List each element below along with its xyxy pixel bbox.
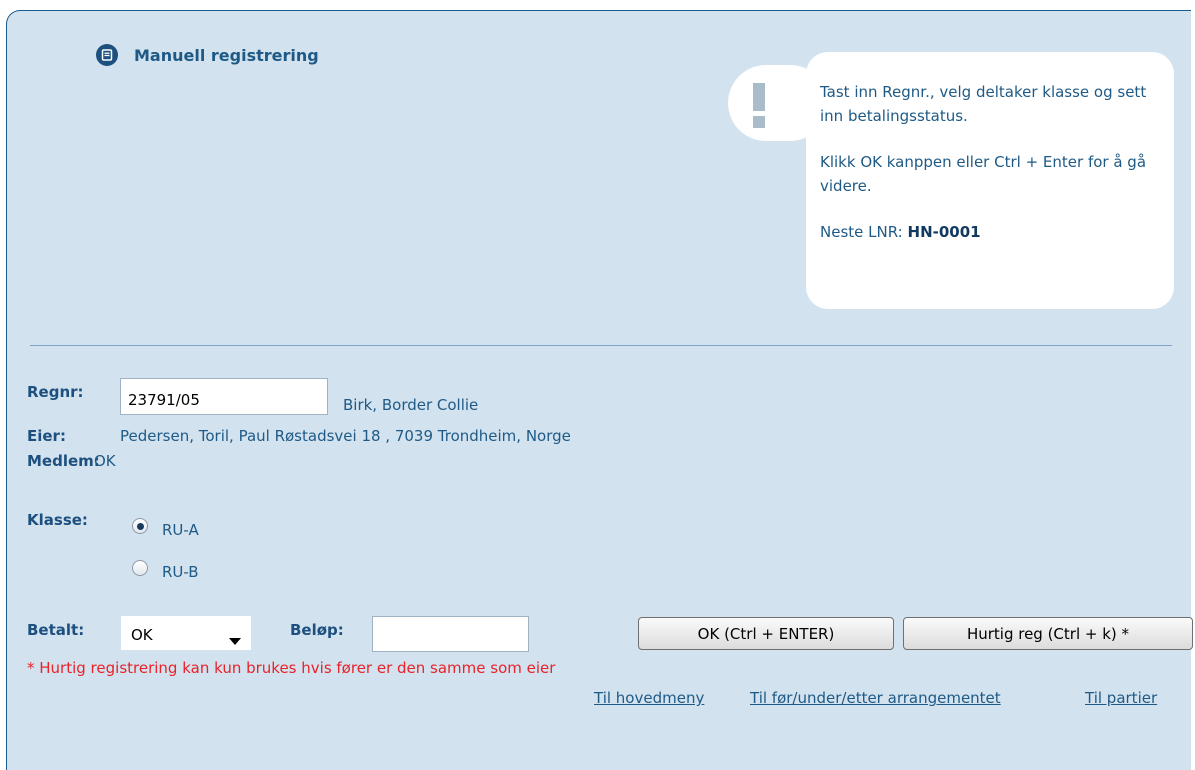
page-title: Manuell registrering <box>134 45 319 65</box>
link-hovedmeny[interactable]: Til hovedmeny <box>594 689 704 707</box>
document-icon <box>96 44 118 66</box>
radio-ru-a[interactable] <box>132 518 148 534</box>
regnr-input[interactable] <box>120 378 328 415</box>
betalt-select[interactable]: OK <box>121 616 251 650</box>
eier-label: Eier: <box>27 427 66 445</box>
betalt-selected-value: OK <box>131 626 153 644</box>
hurtig-note: * Hurtig registrering kan kun brukes hvi… <box>27 659 556 677</box>
exclamation-icon <box>751 83 767 129</box>
hurtig-reg-button[interactable]: Hurtig reg (Ctrl + k) * <box>903 617 1193 650</box>
eier-value: Pedersen, Toril, Paul Røstadsvei 18 , 70… <box>120 427 571 445</box>
medlem-label: Medlem: <box>27 452 100 470</box>
betalt-label: Betalt: <box>27 621 85 639</box>
belop-label: Beløp: <box>290 621 344 639</box>
header: Manuell registrering <box>96 44 319 66</box>
next-lnr-label: Neste LNR: <box>820 223 908 241</box>
belop-input[interactable] <box>372 616 529 652</box>
radio-ru-a-label: RU-A <box>162 521 199 539</box>
radio-ru-b-label: RU-B <box>162 563 199 581</box>
medlem-value: OK <box>94 452 116 470</box>
help-line-2: Klikk OK kanppen eller Ctrl + Enter for … <box>820 153 1147 195</box>
chevron-down-icon <box>229 631 241 649</box>
link-partier[interactable]: Til partier <box>1085 689 1157 707</box>
help-text: Tast inn Regnr., velg deltaker klasse og… <box>820 80 1160 266</box>
link-arrangement[interactable]: Til før/under/etter arrangementet <box>750 689 1001 707</box>
radio-ru-b[interactable] <box>132 560 148 576</box>
regnr-label: Regnr: <box>27 383 84 401</box>
next-lnr-value: HN-0001 <box>907 223 981 241</box>
next-lnr: Neste LNR: HN-0001 <box>820 220 1160 244</box>
divider <box>30 345 1172 346</box>
help-line-1: Tast inn Regnr., velg deltaker klasse og… <box>820 83 1147 125</box>
klasse-label: Klasse: <box>27 511 88 529</box>
ok-button[interactable]: OK (Ctrl + ENTER) <box>638 617 894 650</box>
dog-name: Birk, Border Collie <box>343 396 479 414</box>
radio-dot <box>136 522 144 530</box>
